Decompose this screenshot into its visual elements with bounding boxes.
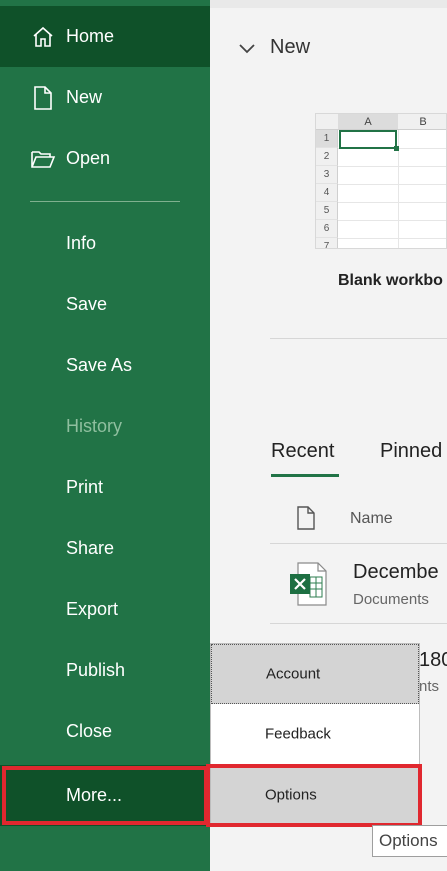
nav-close-label: Close xyxy=(66,721,113,741)
row-header: 4 xyxy=(316,184,338,202)
name-column-header[interactable]: Name xyxy=(350,510,393,528)
row-header: 5 xyxy=(316,202,338,220)
nav-more-label: More... xyxy=(66,785,123,805)
nav-export[interactable]: Export xyxy=(0,579,210,640)
excel-file-icon xyxy=(290,562,327,606)
nav-new-label: New xyxy=(66,87,103,107)
menu-item-account[interactable]: Account xyxy=(211,644,419,704)
row-header: 6 xyxy=(316,220,338,238)
nav-home-label: Home xyxy=(66,26,115,46)
tab-recent[interactable]: Recent xyxy=(271,440,334,463)
nav-close[interactable]: Close xyxy=(0,701,210,762)
more-flyout-menu: Account Feedback Options xyxy=(210,643,420,826)
grid-line xyxy=(338,166,446,167)
nav-print[interactable]: Print xyxy=(0,457,210,518)
list-divider xyxy=(270,543,447,544)
file-path: Documents xyxy=(353,591,429,608)
nav-save-as-label: Save As xyxy=(66,355,133,375)
grid-line xyxy=(338,238,446,239)
section-divider xyxy=(270,338,447,339)
nav-save[interactable]: Save xyxy=(0,274,210,335)
menu-item-options-label: Options xyxy=(265,786,317,804)
sidebar-divider xyxy=(30,201,180,202)
menu-item-account-label: Account xyxy=(266,665,321,683)
corner-cell xyxy=(316,114,338,130)
home-icon xyxy=(30,24,56,50)
nav-share[interactable]: Share xyxy=(0,518,210,579)
grid-line xyxy=(338,202,446,203)
blank-workbook-thumbnail[interactable]: A B 1 2 3 4 5 6 7 xyxy=(315,113,447,249)
nav-history: History xyxy=(0,396,210,457)
tab-pinned[interactable]: Pinned xyxy=(380,440,442,463)
new-file-icon xyxy=(30,85,56,111)
nav-print-label: Print xyxy=(66,477,104,497)
column-header: B xyxy=(398,114,446,130)
menu-item-feedback[interactable]: Feedback xyxy=(211,704,419,764)
nav-more[interactable]: More... xyxy=(0,765,210,826)
nav-export-label: Export xyxy=(66,599,119,619)
nav-new[interactable]: New xyxy=(0,67,210,128)
top-strip xyxy=(210,0,447,8)
blank-workbook-label[interactable]: Blank workbo xyxy=(338,272,443,290)
file-row[interactable]: Decembe Documents xyxy=(270,553,447,623)
file-type-icon xyxy=(297,506,315,530)
open-folder-icon xyxy=(30,146,56,172)
row-header: 1 xyxy=(316,130,338,148)
row-header: 7 xyxy=(316,238,338,248)
list-divider xyxy=(270,623,447,624)
file-list-header: Name xyxy=(270,503,447,543)
grid-line xyxy=(338,184,446,185)
active-cell xyxy=(339,130,397,149)
fill-handle xyxy=(394,146,399,151)
nav-open[interactable]: Open xyxy=(0,128,210,189)
chevron-down-icon xyxy=(239,43,255,53)
nav-open-label: Open xyxy=(66,148,111,168)
nav-publish[interactable]: Publish xyxy=(0,640,210,701)
nav-info[interactable]: Info xyxy=(0,213,210,274)
file-name: 180 xyxy=(419,649,447,671)
menu-item-feedback-label: Feedback xyxy=(265,725,331,743)
options-tooltip: Options xyxy=(372,825,447,857)
nav-info-label: Info xyxy=(66,233,97,253)
nav-share-label: Share xyxy=(66,538,115,558)
new-section-title: New xyxy=(270,36,311,58)
active-tab-indicator xyxy=(271,474,339,477)
new-section-header[interactable]: New xyxy=(236,36,310,59)
file-path: nts xyxy=(419,678,440,695)
row-header: 3 xyxy=(316,166,338,184)
backstage-sidebar: Home New Open Info Save Save As History … xyxy=(0,0,210,871)
nav-publish-label: Publish xyxy=(66,660,126,680)
nav-save-as[interactable]: Save As xyxy=(0,335,210,396)
nav-save-label: Save xyxy=(66,294,108,314)
column-header: A xyxy=(338,114,398,130)
row-header: 2 xyxy=(316,148,338,166)
grid-line xyxy=(338,220,446,221)
menu-item-options[interactable]: Options xyxy=(211,765,419,825)
nav-home[interactable]: Home xyxy=(0,6,210,67)
nav-history-label: History xyxy=(66,416,123,436)
file-name: Decembe xyxy=(353,561,439,583)
